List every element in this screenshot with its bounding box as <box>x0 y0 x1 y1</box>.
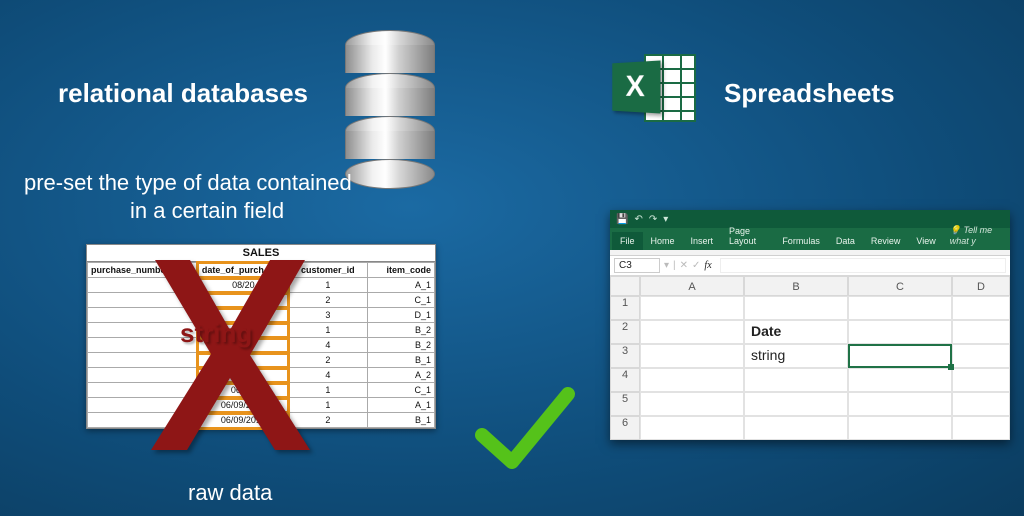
row-header-5[interactable]: 5 <box>610 392 640 416</box>
cell-b5[interactable] <box>744 392 848 416</box>
cell-c6[interactable] <box>848 416 952 440</box>
tab-page-layout[interactable]: Page Layout <box>721 222 774 250</box>
cell-d6[interactable] <box>952 416 1010 440</box>
name-box[interactable]: C3 <box>614 258 660 273</box>
excel-logo-icon: X <box>610 48 700 128</box>
cell-b6[interactable] <box>744 416 848 440</box>
col-item-code: item_code <box>367 263 434 278</box>
row-header-6[interactable]: 6 <box>610 416 640 440</box>
row-header-2[interactable]: 2 <box>610 320 640 344</box>
cell-a3[interactable] <box>640 344 744 368</box>
tab-review[interactable]: Review <box>863 232 909 250</box>
tab-view[interactable]: View <box>908 232 943 250</box>
tab-home[interactable]: Home <box>643 232 683 250</box>
tab-formulas[interactable]: Formulas <box>774 232 828 250</box>
save-icon[interactable]: 💾 <box>616 214 628 225</box>
ribbon-tabs: File Home Insert Page Layout Formulas Da… <box>610 228 1010 250</box>
sales-table-title: SALES <box>87 245 435 262</box>
cell-c5[interactable] <box>848 392 952 416</box>
fx-confirm-icon[interactable]: ✓ <box>692 260 700 271</box>
col-header-c[interactable]: C <box>848 276 952 296</box>
col-header-d[interactable]: D <box>952 276 1010 296</box>
tab-insert[interactable]: Insert <box>683 232 722 250</box>
excel-window: 💾 ↶ ↷ ▾ File Home Insert Page Layout For… <box>610 210 1010 440</box>
cell-a4[interactable] <box>640 368 744 392</box>
cell-a6[interactable] <box>640 416 744 440</box>
tab-data[interactable]: Data <box>828 232 863 250</box>
col-customer-id: customer_id <box>288 263 367 278</box>
spreadsheet-grid: A B C D 1 2 Date 3 string 4 5 6 <box>610 276 1010 440</box>
cell-d4[interactable] <box>952 368 1010 392</box>
cell-a2[interactable] <box>640 320 744 344</box>
cell-d5[interactable] <box>952 392 1010 416</box>
row-header-4[interactable]: 4 <box>610 368 640 392</box>
spreadsheets-heading: Spreadsheets <box>724 78 895 109</box>
fx-cancel-icon[interactable]: ✕ <box>680 260 688 271</box>
col-header-b[interactable]: B <box>744 276 848 296</box>
subheading-line1: pre-set the type of data contained <box>24 170 352 196</box>
tab-file[interactable]: File <box>612 232 643 250</box>
col-date-of-purchase: date_of_purch <box>198 263 288 278</box>
raw-data-caption: raw data <box>188 480 272 506</box>
cell-d1[interactable] <box>952 296 1010 320</box>
formula-input[interactable] <box>720 258 1006 273</box>
cell-b1[interactable] <box>744 296 848 320</box>
subheading-line2: in a certain field <box>130 198 284 224</box>
cell-a1[interactable] <box>640 296 744 320</box>
sales-table: SALES purchase_number date_of_purch cust… <box>86 244 436 429</box>
redo-icon[interactable]: ↷ <box>649 214 657 225</box>
cell-c2[interactable] <box>848 320 952 344</box>
qat-dropdown-icon[interactable]: ▾ <box>663 214 668 225</box>
row-header-1[interactable]: 1 <box>610 296 640 320</box>
excel-logo-letter: X <box>612 60 660 113</box>
cell-b2[interactable]: Date <box>744 320 848 344</box>
col-purchase-number: purchase_number <box>88 263 199 278</box>
col-header-a[interactable]: A <box>640 276 744 296</box>
cell-b4[interactable] <box>744 368 848 392</box>
cell-d3[interactable] <box>952 344 1010 368</box>
select-all-corner[interactable] <box>610 276 640 296</box>
cell-d2[interactable] <box>952 320 1010 344</box>
relational-databases-heading: relational databases <box>58 78 308 109</box>
cell-a5[interactable] <box>640 392 744 416</box>
check-icon <box>470 380 580 480</box>
fx-icon[interactable]: fx <box>704 260 711 271</box>
undo-icon[interactable]: ↶ <box>634 214 642 225</box>
cell-c3-selected[interactable] <box>848 344 952 368</box>
cell-c4[interactable] <box>848 368 952 392</box>
formula-bar: C3 ▾ | ✕ ✓ fx <box>610 256 1010 276</box>
tell-me-search[interactable]: 💡 Tell me what y <box>944 221 1008 250</box>
cell-b3[interactable]: string <box>744 344 848 368</box>
database-icon <box>345 30 435 130</box>
cell-c1[interactable] <box>848 296 952 320</box>
row-header-3[interactable]: 3 <box>610 344 640 368</box>
